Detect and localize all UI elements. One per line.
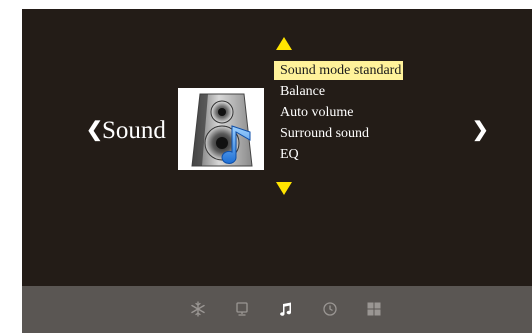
category-tab-bar bbox=[22, 286, 532, 333]
menu-item-balance[interactable]: Balance bbox=[274, 82, 403, 103]
snowflake-icon[interactable] bbox=[190, 301, 206, 317]
clock-icon[interactable] bbox=[322, 301, 338, 317]
tv-menu-screen: ❮ Sound ❯ Sound mode standard Balance Au… bbox=[0, 0, 532, 333]
grid-icon[interactable] bbox=[366, 301, 382, 317]
scroll-up-arrow[interactable] bbox=[276, 37, 292, 50]
menu-item-auto-volume[interactable]: Auto volume bbox=[274, 103, 403, 124]
next-category-arrow[interactable]: ❯ bbox=[472, 118, 489, 142]
monitor-icon[interactable] bbox=[234, 301, 250, 317]
menu-item-sound-mode[interactable]: Sound mode standard bbox=[274, 61, 404, 82]
category-title: Sound bbox=[102, 117, 166, 144]
music-note-icon[interactable] bbox=[278, 301, 294, 317]
menu-item-label[interactable]: Sound mode standard bbox=[274, 61, 404, 80]
menu-item-eq[interactable]: EQ bbox=[274, 145, 403, 166]
menu-item-surround-sound[interactable]: Surround sound bbox=[274, 124, 403, 145]
previous-category-arrow[interactable]: ❮ bbox=[86, 118, 103, 142]
speaker-icon bbox=[178, 88, 264, 170]
scroll-down-arrow[interactable] bbox=[276, 182, 292, 195]
sound-menu-list: Sound mode standard Balance Auto volume … bbox=[274, 61, 404, 166]
